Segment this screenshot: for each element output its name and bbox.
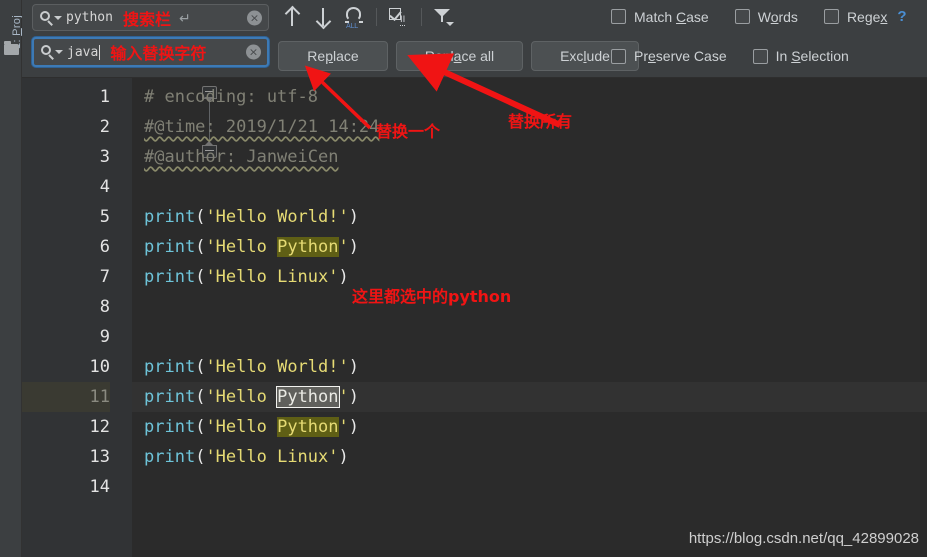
exclude-button-label: Exclude	[560, 48, 610, 64]
code-line[interactable]	[132, 472, 927, 502]
code-string: 'Hello Python'	[205, 386, 349, 408]
match-highlight[interactable]: Python	[277, 237, 339, 257]
code-line[interactable]: print('Hello World!')	[132, 202, 927, 232]
code-string: 'Hello Python'	[205, 417, 349, 437]
code-function-name: print	[144, 417, 196, 437]
code-line[interactable]	[132, 172, 927, 202]
line-number-gutter: 1 2 3 4 5 6 7 8 9 10 11 12 13 14	[22, 78, 110, 557]
code-function-name: print	[144, 447, 196, 467]
preserve-case-label[interactable]: Preserve Case	[634, 48, 727, 64]
line-number: 10	[89, 357, 110, 377]
line-number: 7	[99, 267, 110, 287]
line-number: 2	[99, 117, 110, 137]
annotation-replace-input: 输入替换字符	[110, 44, 207, 63]
toolbar-divider-1	[376, 8, 377, 26]
code-line[interactable]: print('Hello World!')	[132, 352, 927, 382]
code-function-name: print	[144, 357, 196, 377]
find-previous-icon[interactable]	[278, 4, 306, 30]
code-line[interactable]	[132, 322, 927, 352]
line-number: 6	[99, 237, 110, 257]
code-line[interactable]: print('Hello Python')	[132, 412, 927, 442]
line-number: 4	[99, 177, 110, 197]
in-selection-checkbox[interactable]	[752, 48, 768, 64]
line-number: 5	[99, 207, 110, 227]
annotation-replace-one: 替换一个	[376, 122, 441, 141]
filter-icon[interactable]	[430, 4, 458, 30]
code-string: 'Hello World!'	[205, 207, 349, 227]
search-input-value[interactable]: python	[66, 10, 113, 25]
clear-search-icon[interactable]: ×	[247, 10, 262, 25]
code-function-name: print	[144, 207, 196, 227]
code-line[interactable]: #@author: JanweiCen	[132, 142, 927, 172]
line-number: 13	[89, 447, 110, 467]
words-label[interactable]: Words	[758, 9, 798, 25]
code-lines[interactable]: # encoding: utf-8 #@time: 2019/1/21 14:24…	[132, 78, 927, 557]
annotation-search-bar: 搜索栏	[122, 9, 171, 29]
clear-replace-icon[interactable]: ×	[246, 44, 261, 60]
add-selection-icon[interactable]: II	[385, 4, 413, 30]
match-highlight[interactable]: Python	[277, 417, 339, 437]
code-comment: #@author: JanweiCen	[144, 147, 339, 167]
match-case-label[interactable]: Match Case	[634, 9, 709, 25]
toolbar-divider-2	[421, 8, 422, 26]
regex-help-icon[interactable]: ?	[897, 8, 906, 25]
replace-input-value[interactable]: java	[67, 45, 98, 60]
code-line[interactable]: print('Hello Python')	[132, 232, 927, 262]
find-next-icon[interactable]	[309, 4, 337, 30]
active-match-highlight[interactable]: Python	[276, 386, 340, 408]
replace-button[interactable]: Replace	[278, 41, 388, 71]
match-case-checkbox[interactable]	[611, 9, 626, 24]
replace-all-button[interactable]: Replace all	[396, 41, 523, 71]
code-line[interactable]	[132, 292, 927, 322]
code-string: 'Hello Linux'	[205, 267, 339, 287]
code-comment: #@time: 2019/1/21 14:24	[144, 117, 380, 137]
line-number: 11	[89, 387, 110, 407]
search-options-row-1: Match Case Words Regex ?	[611, 8, 907, 25]
text-cursor	[99, 44, 101, 60]
line-number: 3	[99, 147, 110, 167]
preserve-case-checkbox[interactable]	[611, 48, 626, 64]
replace-button-label: Replace	[307, 48, 359, 64]
find-nav-icons: ALL II	[278, 3, 458, 31]
annotation-replace-all: 替换所有	[508, 112, 573, 131]
find-replace-toolbar: python 搜索栏 ↵ × java 输入替换字符 × ALL II Repl…	[22, 0, 927, 78]
words-checkbox[interactable]	[734, 9, 750, 24]
line-number: 12	[89, 417, 110, 437]
code-function-name: print	[144, 237, 196, 257]
code-function-name: print	[144, 387, 196, 407]
line-number: 9	[99, 327, 110, 347]
replace-field[interactable]: java 输入替换字符 ×	[32, 37, 269, 67]
code-editor[interactable]: 1 2 3 4 5 6 7 8 9 10 11 12 13 14 # encoding: utf-8 #@t…	[22, 78, 927, 557]
code-string: 'Hello World!'	[205, 357, 349, 377]
regex-label[interactable]: Regex	[847, 9, 887, 25]
regex-checkbox[interactable]	[823, 9, 839, 24]
code-line[interactable]: print('Hello Linux')	[132, 442, 927, 472]
search-options-row-2: Preserve Case In Selection	[611, 48, 875, 64]
code-string: 'Hello Linux'	[205, 447, 339, 467]
code-string: 'Hello Python'	[205, 237, 349, 257]
code-line[interactable]: print('Hello Python')	[132, 382, 927, 412]
line-number: 14	[89, 477, 110, 497]
code-fold-column[interactable]	[110, 78, 217, 557]
annotation-matches: 这里都选中的python	[352, 287, 512, 306]
select-all-occurrences-icon[interactable]: ALL	[340, 4, 368, 30]
line-number: 8	[99, 297, 110, 317]
replace-search-icon[interactable]	[41, 45, 63, 60]
code-function-name: print	[144, 267, 196, 287]
line-number: 1	[99, 87, 110, 107]
in-selection-label[interactable]: In Selection	[776, 48, 849, 64]
replace-all-button-label: Replace all	[424, 48, 495, 64]
search-icon[interactable]	[40, 10, 62, 26]
code-comment: # encoding: utf-8	[144, 87, 318, 107]
search-field[interactable]: python 搜索栏 ↵ ×	[32, 4, 269, 31]
left-tool-strip: 1: Proj	[0, 0, 23, 557]
folder-icon[interactable]	[4, 41, 19, 55]
idea-find-replace-screen: 1: Proj python 搜索栏 ↵ × java 输入替换字符 × ALL…	[0, 0, 927, 557]
watermark-url: https://blog.csdn.net/qq_42899028	[688, 530, 919, 547]
enter-icon: ↵	[178, 9, 191, 26]
code-line[interactable]: print('Hello Linux')	[132, 262, 927, 292]
